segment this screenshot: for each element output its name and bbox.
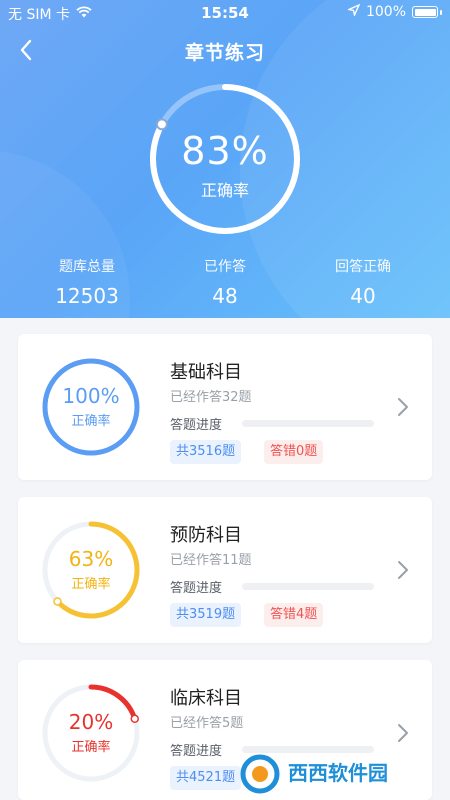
page-title: 章节练习: [184, 42, 265, 64]
subject-accuracy-value: 20%: [68, 710, 114, 734]
header-hero: 无 SIM 卡 15:54 100% 章节练习 83% 正确率 题库总量 125…: [0, 0, 450, 318]
accuracy-arc-end-dot: [53, 597, 62, 606]
subject-title: 基础科目: [170, 362, 242, 383]
subject-accuracy-label: 正确率: [71, 577, 111, 592]
progress-bar: [242, 420, 374, 427]
chevron-right-icon[interactable]: [396, 396, 410, 418]
total-questions-tag: 共3519题: [170, 603, 242, 627]
wrong-answers-tag: 答错4题: [264, 603, 324, 627]
progress-label: 答题进度: [170, 581, 223, 596]
battery-tip: [440, 9, 442, 15]
subject-title: 预防科目: [170, 525, 242, 546]
overall-accuracy-value: 83%: [181, 129, 269, 173]
subject-answered: 已经作答11题: [170, 553, 252, 568]
subject-title: 临床科目: [170, 688, 242, 709]
stat-label: 回答正确: [335, 259, 391, 275]
subject-accuracy-label: 正确率: [71, 414, 111, 429]
watermark-text: 西西软件园: [288, 761, 388, 785]
stats-row: 题库总量 12503 已作答 48 回答正确 40: [0, 256, 450, 312]
subject-accuracy-value: 100%: [62, 384, 120, 408]
progress-label: 答题进度: [170, 418, 223, 433]
subject-card-basic[interactable]: 100% 正确率 基础科目 已经作答32题 答题进度 共3516题 答错0题: [18, 334, 432, 480]
stat-answered: 已作答 48: [160, 256, 290, 308]
accuracy-arc-end-dot: [155, 118, 168, 131]
subject-card-prevention[interactable]: 63% 正确率 预防科目 已经作答11题 答题进度 共3519题 答错4题: [18, 497, 432, 643]
subject-accuracy-ring: 100% 正确率: [40, 356, 142, 458]
total-questions-tag: 共4521题: [170, 766, 242, 790]
stat-total: 题库总量 12503: [22, 256, 152, 308]
subject-accuracy-ring: 20% 正确率: [40, 682, 142, 784]
stat-value: 40: [350, 284, 376, 308]
subject-accuracy-label: 正确率: [71, 740, 111, 755]
wrong-answers-tag: 答错0题: [264, 440, 324, 464]
overall-accuracy-label: 正确率: [200, 181, 249, 200]
subject-accuracy-ring: 63% 正确率: [40, 519, 142, 621]
stat-value: 48: [212, 284, 238, 308]
stat-correct: 回答正确 40: [298, 256, 428, 308]
battery-percent: 100%: [365, 4, 406, 20]
nav-bar: 章节练习: [0, 30, 450, 70]
subject-accuracy-value: 63%: [68, 547, 114, 571]
subject-answered: 已经作答5题: [170, 716, 244, 731]
stat-label: 题库总量: [59, 259, 115, 275]
battery-icon: [412, 6, 438, 18]
total-questions-tag: 共3516题: [170, 440, 242, 464]
status-bar: 无 SIM 卡 15:54 100%: [0, 0, 450, 26]
stat-label: 已作答: [204, 259, 246, 275]
stat-value: 12503: [55, 284, 119, 308]
chevron-right-icon[interactable]: [396, 559, 410, 581]
progress-bar: [242, 583, 374, 590]
overall-accuracy-ring: 83% 正确率: [148, 82, 302, 236]
location-arrow-icon: [346, 3, 361, 20]
subject-answered: 已经作答32题: [170, 390, 252, 405]
watermark-logo: 西西软件园: [240, 754, 432, 794]
progress-label: 答题进度: [170, 744, 223, 759]
chevron-right-icon[interactable]: [396, 722, 410, 744]
